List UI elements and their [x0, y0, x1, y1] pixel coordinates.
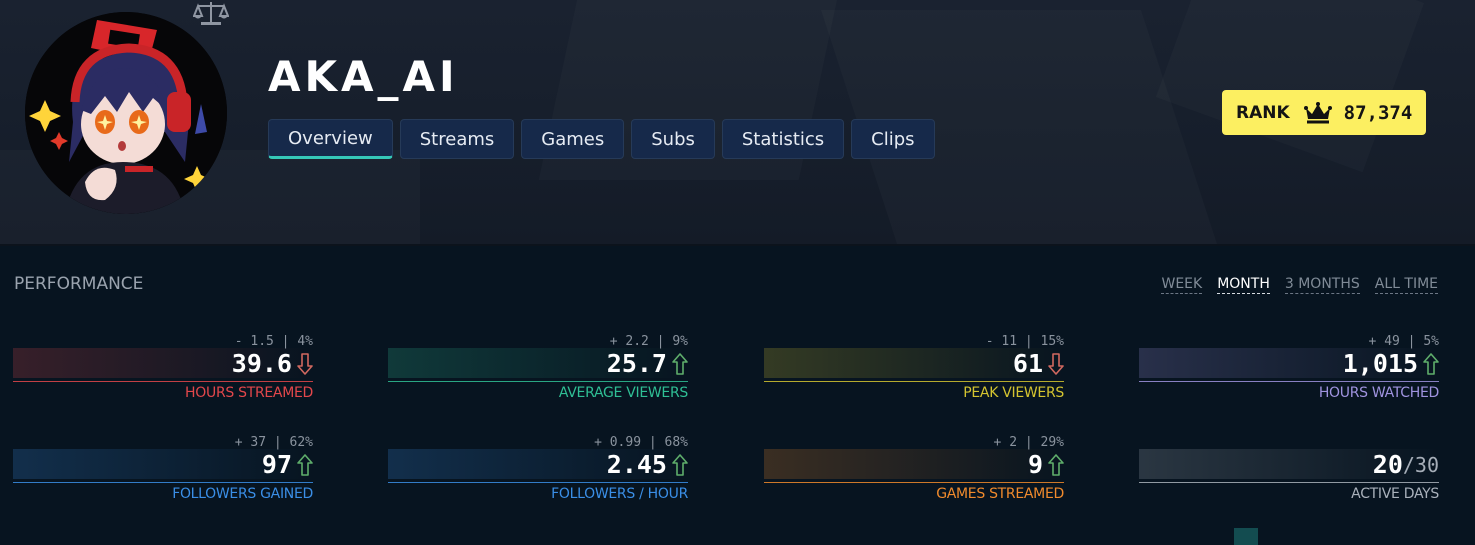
stat-underline — [388, 381, 688, 382]
stat-card: + 49 | 5% 1,015 HOURS WATCHED — [1139, 334, 1439, 414]
stat-delta: - 1.5 | 4% — [234, 334, 313, 349]
stat-label: FOLLOWERS GAINED — [172, 486, 313, 502]
avatar-illustration — [25, 12, 227, 214]
stat-card: - 1.5 | 4% 39.6 HOURS STREAMED — [13, 334, 313, 414]
rank-label: RANK — [1236, 102, 1290, 123]
down-arrow-icon — [1048, 352, 1064, 375]
stat-value-row: 61 — [1013, 349, 1064, 378]
stat-label: FOLLOWERS / HOUR — [551, 486, 688, 502]
stat-label: ACTIVE DAYS — [1351, 486, 1439, 502]
stat-value-row: 39.6 — [232, 349, 313, 378]
stat-underline — [1139, 381, 1439, 382]
up-arrow-icon — [672, 352, 688, 375]
stat-delta: + 2 | 29% — [993, 435, 1064, 450]
up-arrow-icon — [297, 453, 313, 476]
channel-avatar[interactable] — [25, 12, 227, 214]
stat-value-row: 25.7 — [607, 349, 688, 378]
stat-card: + 37 | 62% 97 FOLLOWERS GAINED — [13, 435, 313, 515]
stat-value: 1,015 — [1342, 349, 1418, 378]
stat-label: HOURS STREAMED — [185, 385, 313, 401]
channel-tabs: Overview Streams Games Subs Statistics C… — [268, 119, 935, 159]
rank-badge[interactable]: RANK 87,374 — [1222, 90, 1426, 135]
stat-label: PEAK VIEWERS — [963, 385, 1064, 401]
performance-title: PERFORMANCE — [14, 274, 144, 294]
stat-glow — [764, 449, 1064, 479]
stat-label: AVERAGE VIEWERS — [558, 385, 688, 401]
stat-value-row: 1,015 — [1343, 349, 1439, 378]
stat-delta: - 11 | 15% — [985, 334, 1064, 349]
stat-value: 25.7 — [606, 349, 667, 378]
up-arrow-icon — [1048, 453, 1064, 476]
tab-subs[interactable]: Subs — [631, 119, 715, 159]
stat-value-row: 20 /30 — [1373, 450, 1439, 479]
stat-value-row: 97 — [262, 450, 313, 479]
stat-underline — [13, 482, 313, 483]
stat-value: 39.6 — [231, 349, 292, 378]
crown-icon — [1303, 101, 1332, 123]
tab-statistics[interactable]: Statistics — [721, 119, 845, 159]
stat-delta: + 49 | 5% — [1368, 334, 1439, 349]
down-arrow-icon — [297, 352, 313, 375]
stat-value-row: 2.45 — [607, 450, 688, 479]
channel-name: AKA_AI — [268, 52, 459, 101]
stat-value-total: /30 — [1402, 452, 1439, 477]
stat-value: 9 — [1027, 450, 1043, 479]
stat-label: HOURS WATCHED — [1318, 385, 1439, 401]
up-arrow-icon — [1423, 352, 1439, 375]
stat-underline — [388, 482, 688, 483]
stat-card: - 11 | 15% 61 PEAK VIEWERS — [764, 334, 1064, 414]
up-arrow-icon — [672, 453, 688, 476]
tab-clips[interactable]: Clips — [851, 119, 935, 159]
rank-value: 87,374 — [1343, 101, 1413, 124]
stat-value: 20 — [1372, 450, 1403, 479]
stat-underline — [1139, 482, 1439, 483]
stat-value: 2.45 — [606, 450, 667, 479]
stat-card: 20 /30 ACTIVE DAYS — [1139, 435, 1439, 515]
stat-card: + 0.99 | 68% 2.45 FOLLOWERS / HOUR — [388, 435, 688, 515]
stat-card: + 2 | 29% 9 GAMES STREAMED — [764, 435, 1064, 515]
stat-delta: + 37 | 62% — [234, 435, 313, 450]
stat-value-row: 9 — [1028, 450, 1064, 479]
stat-delta: + 0.99 | 68% — [594, 435, 688, 450]
period-3-months[interactable]: 3 MONTHS — [1284, 276, 1360, 294]
period-month[interactable]: MONTH — [1217, 276, 1270, 294]
tab-games[interactable]: Games — [521, 119, 625, 159]
channel-page: AKA_AI Overview Streams Games Subs Stati… — [0, 0, 1475, 545]
period-week[interactable]: WEEK — [1161, 276, 1203, 294]
period-selector: WEEK MONTH 3 MONTHS ALL TIME — [1161, 276, 1438, 294]
stat-value: 97 — [261, 450, 292, 479]
tab-overview[interactable]: Overview — [268, 119, 393, 159]
scroll-indicator[interactable] — [1234, 528, 1258, 545]
stat-underline — [764, 381, 1064, 382]
balance-scale-icon[interactable] — [193, 0, 229, 28]
tab-streams[interactable]: Streams — [399, 119, 515, 159]
stat-card: + 2.2 | 9% 25.7 AVERAGE VIEWERS — [388, 334, 688, 414]
period-all-time[interactable]: ALL TIME — [1374, 276, 1438, 294]
stat-underline — [13, 381, 313, 382]
stat-delta: + 2.2 | 9% — [609, 334, 688, 349]
stat-underline — [764, 482, 1064, 483]
stat-value: 61 — [1012, 349, 1043, 378]
header-bg-shape — [1156, 0, 1424, 172]
channel-header: AKA_AI Overview Streams Games Subs Stati… — [0, 0, 1475, 246]
stat-label: GAMES STREAMED — [936, 486, 1064, 502]
